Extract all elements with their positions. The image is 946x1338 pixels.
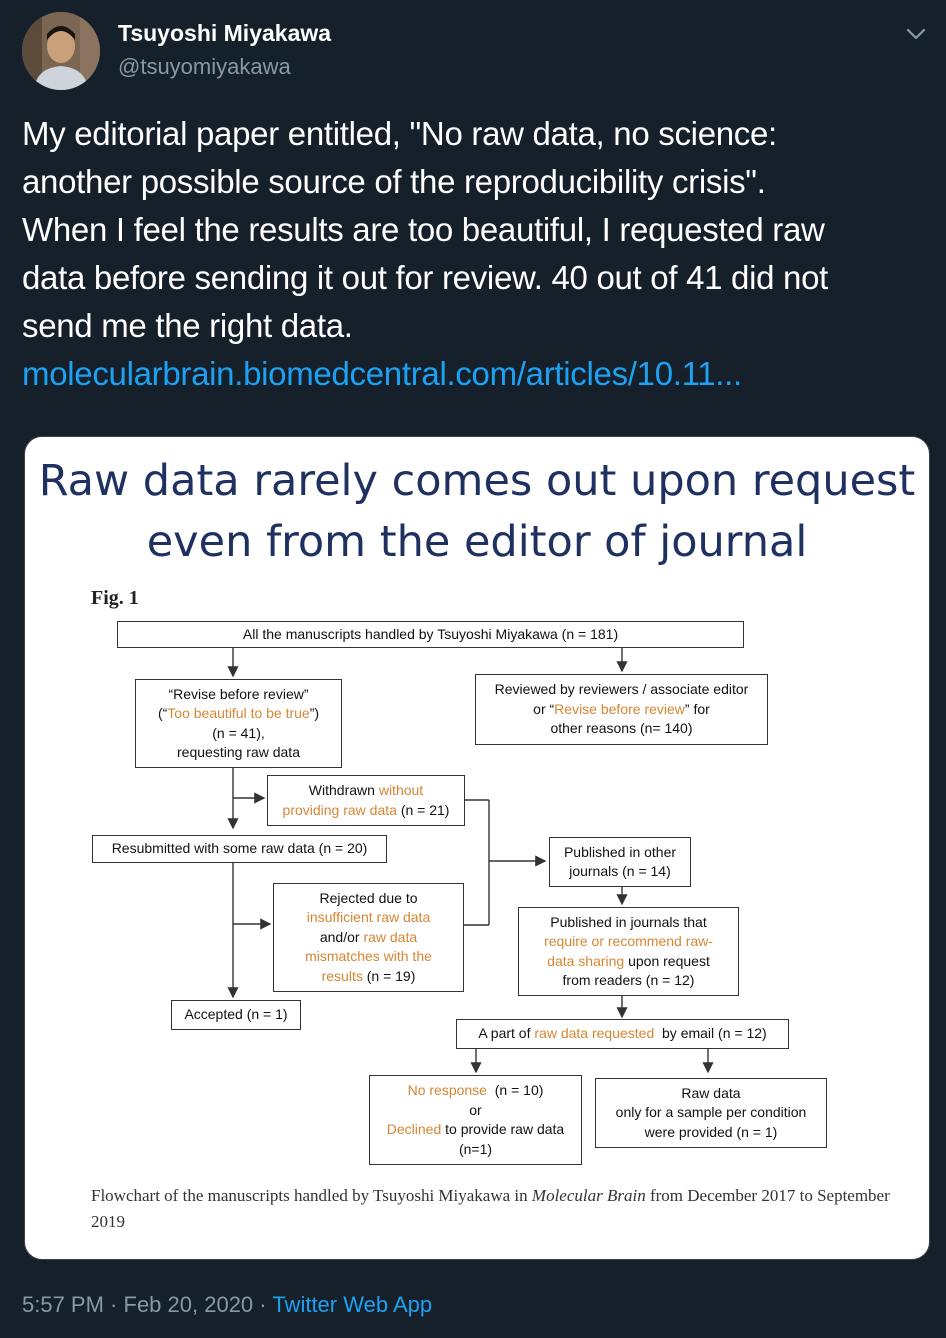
box-line: (“Too beautiful to be true”) <box>158 704 319 724</box>
highlight-text: require or recommend raw- <box>544 933 713 949</box>
tweet-text: My editorial paper entitled, "No raw dat… <box>22 110 922 350</box>
box-line: A part of raw data requested by email (n… <box>474 1024 770 1044</box>
box-withdrawn: Withdrawn without providing raw data (n … <box>267 775 465 826</box>
box-line: Raw data <box>681 1084 741 1101</box>
highlight-text: raw data requested <box>534 1025 655 1042</box>
box-text: Accepted (n = 1) <box>184 1006 288 1023</box>
text-span: (n = 19) <box>362 967 416 984</box>
box-reviewed: Reviewed by reviewers / associate editor… <box>475 674 768 745</box>
highlight-text: data sharing <box>547 952 625 969</box>
author-name[interactable]: Tsuyoshi Miyakawa <box>118 20 331 47</box>
box-revise-before-review: “Revise before review” (“Too beautiful t… <box>135 679 342 768</box>
tweet-time[interactable]: 5:57 PM <box>22 1292 104 1317</box>
box-line: and/or raw data <box>305 928 432 948</box>
source-app-link[interactable]: Twitter Web App <box>272 1292 432 1317</box>
separator: · <box>253 1292 273 1317</box>
highlight-text: Too beautiful to be true <box>167 705 310 721</box>
chevron-down-icon[interactable] <box>902 22 930 46</box>
box-line: (n = 41), <box>212 724 265 741</box>
box-line: results (n = 19) <box>305 967 432 987</box>
box-line: requesting raw data <box>177 744 300 760</box>
separator: · <box>103 1292 124 1317</box>
box-line: data sharing upon request <box>544 952 713 972</box>
box-line: “Revise before review” <box>168 685 309 702</box>
tweet-meta: 5:57 PM · Feb 20, 2020 · Twitter Web App <box>22 1292 432 1318</box>
highlight-text: results <box>321 967 363 984</box>
avatar[interactable] <box>22 12 100 90</box>
box-all-manuscripts: All the manuscripts handled by Tsuyoshi … <box>117 621 744 648</box>
text-span: A part of <box>478 1025 535 1042</box>
text-span: upon request <box>624 952 710 969</box>
text-span: and/or <box>319 928 364 945</box>
box-line: only for a sample per condition <box>615 1104 807 1121</box>
box-no-response: No response (n = 10) or Declined to prov… <box>369 1075 582 1165</box>
text-span: or “ <box>533 700 555 717</box>
box-raw-data-requested: A part of raw data requested by email (n… <box>456 1019 789 1049</box>
highlight-text: mismatches with the <box>305 948 432 965</box>
text-span: (n = 10) <box>486 1082 544 1098</box>
highlight-text: without <box>378 782 424 798</box>
box-line: Declined to provide raw data <box>387 1120 564 1140</box>
box-line: journals (n = 14) <box>569 863 671 879</box>
text-span: by email (n = 12) <box>654 1025 767 1042</box>
tweet-text-line: another possible source of the reproduci… <box>22 163 766 200</box>
box-line: or <box>469 1101 482 1118</box>
box-line: other reasons (n= 140) <box>550 720 693 737</box>
box-rejected: Rejected due to insufficient raw data an… <box>273 883 464 992</box>
tweet-text-line: My editorial paper entitled, "No raw dat… <box>22 115 777 152</box>
article-link[interactable]: molecularbrain.biomedcentral.com/article… <box>22 350 742 398</box>
text-span: ” for <box>684 700 710 717</box>
box-line: Reviewed by reviewers / associate editor <box>494 681 749 698</box>
box-line: Published in other <box>563 843 677 860</box>
box-line: or “Revise before review” for <box>495 700 749 720</box>
highlight-text: Revise before review <box>554 700 685 717</box>
text-span: Withdrawn <box>308 782 379 798</box>
box-line: from readers (n = 12) <box>562 972 695 988</box>
tweet-text-line: send me the right data. <box>22 307 353 344</box>
box-line: Published in journals that <box>550 913 707 930</box>
box-resubmitted: Resubmitted with some raw data (n = 20) <box>92 835 387 863</box>
box-text: All the manuscripts handled by Tsuyoshi … <box>242 625 619 642</box>
text-span: (n = 21) <box>396 801 450 818</box>
text-span: (“ <box>157 705 168 721</box>
box-line: were provided (n = 1) <box>644 1123 778 1140</box>
text-span: ”) <box>309 705 320 721</box>
avatar-photo <box>22 12 100 90</box>
tweet-date[interactable]: Feb 20, 2020 <box>124 1292 254 1317</box>
box-published-journals: Published in journals that require or re… <box>518 907 739 996</box>
tweet-text-line: data before sending it out for review. 4… <box>22 259 829 296</box>
highlight-text: insufficient raw data <box>306 909 431 926</box>
attached-image[interactable]: Raw data rarely comes out upon request e… <box>24 436 930 1260</box>
highlight-text: No response <box>407 1082 487 1098</box>
box-line: Rejected due to <box>319 889 418 906</box>
highlight-text: raw data <box>363 928 418 945</box>
box-raw-data-provided: Raw data only for a sample per condition… <box>595 1078 827 1148</box>
author-handle[interactable]: @tsuyomiyakawa <box>118 54 291 80</box>
box-line: Withdrawn without <box>283 781 450 801</box>
text-span: to provide raw data <box>441 1121 565 1137</box>
box-line: providing raw data (n = 21) <box>283 801 450 821</box>
caption-journal: Molecular Brain <box>531 1186 646 1205</box>
caption-text: Flowchart of the manuscripts handled by … <box>91 1186 532 1205</box>
figure-caption: Flowchart of the manuscripts handled by … <box>91 1183 911 1235</box>
highlight-text: providing raw data <box>282 801 397 818</box>
box-published-other: Published in other journals (n = 14) <box>549 837 691 887</box>
box-accepted: Accepted (n = 1) <box>171 1000 301 1030</box>
box-line: No response (n = 10) <box>387 1081 564 1101</box>
box-line: (n=1) <box>458 1140 493 1157</box>
tweet-text-line: When I feel the results are too beautifu… <box>22 211 825 248</box>
highlight-text: Declined <box>386 1121 442 1137</box>
box-text: Resubmitted with some raw data (n = 20) <box>111 840 368 857</box>
